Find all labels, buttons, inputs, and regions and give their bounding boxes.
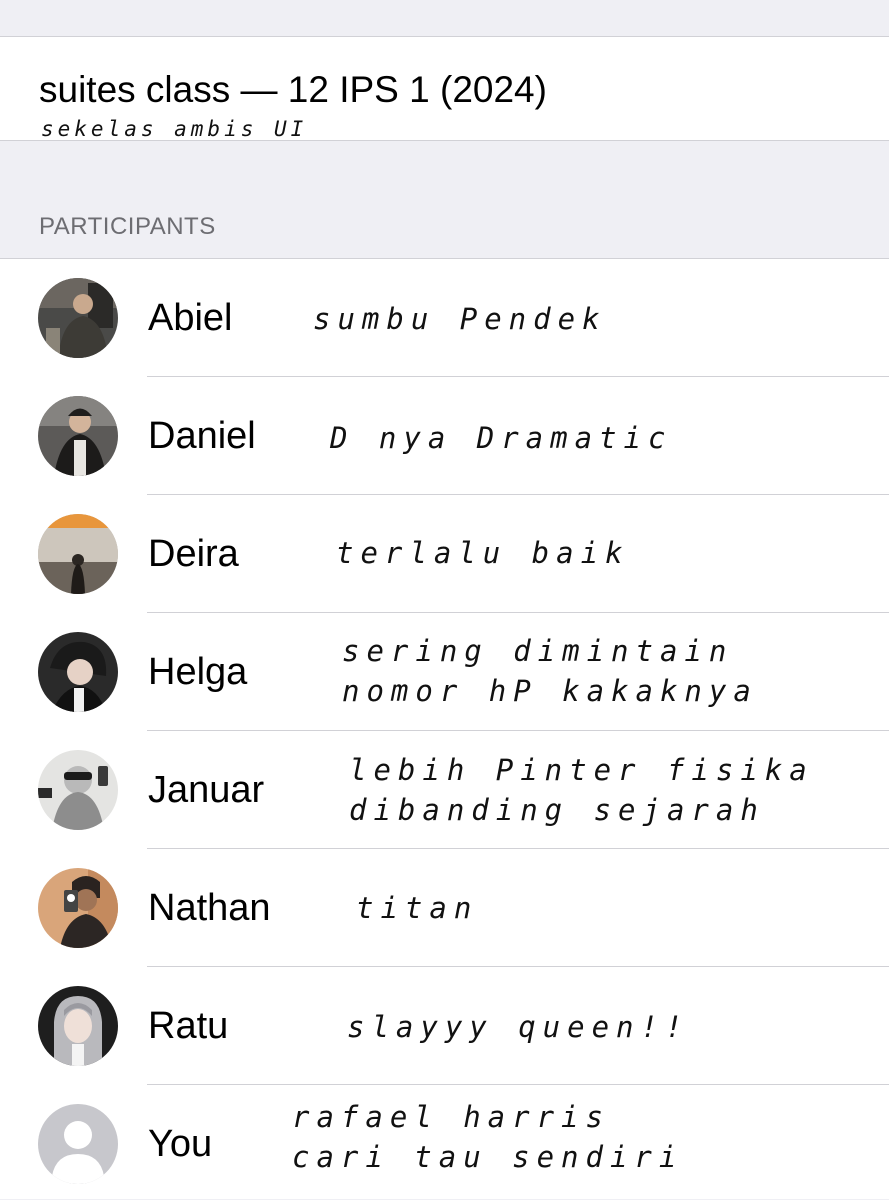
avatar bbox=[38, 278, 118, 358]
participant-note: rafael harris cari tau sendiri bbox=[292, 1097, 683, 1177]
participant-note: sumbu Pendek bbox=[313, 299, 607, 339]
note-line-1: D nya Dramatic bbox=[330, 421, 673, 455]
participant-name: Nathan bbox=[148, 887, 271, 929]
participant-row-helga[interactable]: Helga sering dimintain nomor hP kakaknya bbox=[0, 613, 889, 731]
participant-row-deira[interactable]: Deira terlalu baik bbox=[0, 495, 889, 613]
note-line-1: lebih Pinter fisika bbox=[349, 753, 814, 787]
avatar bbox=[38, 986, 118, 1066]
avatar bbox=[38, 868, 118, 948]
participant-row-nathan[interactable]: Nathan titan bbox=[0, 849, 889, 967]
participant-row-januar[interactable]: Januar lebih Pinter fisika dibanding sej… bbox=[0, 731, 889, 849]
note-line-1: sering dimintain bbox=[342, 634, 734, 668]
note-line-1: sumbu Pendek bbox=[313, 302, 607, 336]
participant-note: lebih Pinter fisika dibanding sejarah bbox=[349, 750, 814, 830]
participant-name: Abiel bbox=[148, 297, 233, 339]
participant-row-you[interactable]: You rafael harris cari tau sendiri bbox=[0, 1085, 889, 1199]
section-header-participants: PARTICIPANTS bbox=[39, 213, 216, 240]
participants-list: Abiel sumbu Pendek Daniel D nya Dramatic bbox=[0, 259, 889, 1199]
participant-name: You bbox=[148, 1123, 213, 1165]
avatar bbox=[38, 514, 118, 594]
default-avatar bbox=[38, 1104, 118, 1184]
participant-note: slayyy queen!! bbox=[347, 1007, 689, 1047]
section-gap: PARTICIPANTS bbox=[0, 141, 889, 259]
note-line-1: slayyy queen!! bbox=[347, 1010, 690, 1044]
participant-note: sering dimintain nomor hP kakaknya bbox=[342, 631, 758, 711]
participant-note: D nya Dramatic bbox=[330, 418, 672, 458]
participant-name: Januar bbox=[148, 769, 265, 811]
note-line-2: nomor hP kakaknya bbox=[342, 674, 758, 708]
participant-name: Daniel bbox=[148, 415, 256, 457]
participant-row-ratu[interactable]: Ratu slayyy queen!! bbox=[0, 967, 889, 1085]
avatar bbox=[38, 396, 118, 476]
participant-name: Deira bbox=[148, 533, 239, 575]
note-line-2: dibanding sejarah bbox=[349, 793, 765, 827]
avatar bbox=[38, 750, 118, 830]
participant-row-daniel[interactable]: Daniel D nya Dramatic bbox=[0, 377, 889, 495]
participant-name: Ratu bbox=[148, 1005, 229, 1047]
participant-note: terlalu baik bbox=[336, 533, 630, 573]
avatar bbox=[38, 632, 118, 712]
participant-note: titan bbox=[356, 888, 478, 928]
top-band bbox=[0, 0, 889, 37]
person-icon bbox=[38, 1104, 118, 1184]
note-line-1: titan bbox=[356, 891, 479, 925]
participant-row-abiel[interactable]: Abiel sumbu Pendek bbox=[0, 259, 889, 377]
participant-name: Helga bbox=[148, 651, 248, 693]
note-line-1: rafael harris bbox=[292, 1100, 610, 1134]
group-header: suites class — 12 IPS 1 (2024) sekelas a… bbox=[0, 37, 889, 141]
group-caption-handwritten: sekelas ambis UI bbox=[41, 117, 308, 141]
note-line-2: cari tau sendiri bbox=[292, 1140, 684, 1174]
note-line-1: terlalu baik bbox=[336, 536, 630, 570]
group-title: suites class — 12 IPS 1 (2024) bbox=[39, 69, 547, 110]
